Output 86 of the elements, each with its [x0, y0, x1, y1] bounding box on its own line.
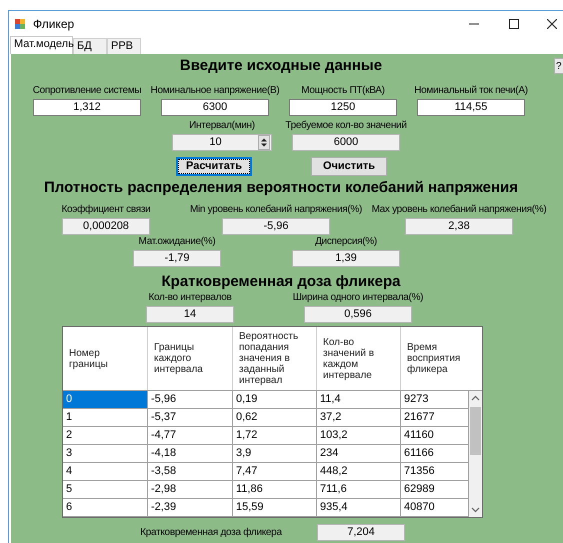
section-heading: Кратковременная доза фликера [162, 273, 400, 291]
table-cell[interactable]: 711,6 [317, 481, 401, 499]
scroll-up-icon[interactable] [471, 395, 480, 401]
section-heading: Плотность распределения вероятности колебаний напряжения [44, 179, 518, 197]
scrollbar[interactable] [469, 391, 482, 517]
field-label: Min уровень колебаний напряжения(%) [190, 203, 362, 217]
table-cell[interactable]: 0,62 [233, 409, 317, 427]
table-cell[interactable]: 4 [63, 463, 148, 481]
input-field[interactable]: 14 [146, 306, 234, 323]
table-cell[interactable]: 41160 [401, 427, 469, 445]
table-cell[interactable]: -3,58 [148, 463, 233, 481]
tab[interactable]: БД [73, 38, 107, 54]
input-field[interactable]: -5,96 [222, 218, 330, 235]
field-label: Коэффициент связи [62, 203, 150, 217]
table-cell[interactable]: 11,4 [317, 391, 401, 409]
table-cell[interactable]: 0 [63, 391, 148, 409]
tab[interactable]: РРВ [107, 38, 141, 54]
table-cell[interactable]: 62989 [401, 481, 469, 499]
table-cell[interactable]: 1 [63, 409, 148, 427]
help-button[interactable]: ? [554, 58, 563, 74]
window-title: Фликер [33, 16, 74, 32]
table-cell[interactable]: 21677 [401, 409, 469, 427]
section-heading: Введите исходные данные [180, 57, 382, 75]
tab[interactable]: Мат.модель [10, 36, 73, 54]
table-cell[interactable]: 37,2 [317, 409, 401, 427]
button[interactable]: Очистить [311, 157, 387, 176]
spinner-arrows-icon[interactable] [258, 135, 270, 150]
table-cell[interactable]: -4,77 [148, 427, 233, 445]
table-cell[interactable]: 1,72 [233, 427, 317, 445]
input-field[interactable]: 0,000208 [62, 218, 150, 235]
maximize-icon[interactable] [509, 18, 519, 28]
field-label: Мат.ожидание(%) [138, 235, 216, 249]
table-cell[interactable]: 5 [63, 481, 148, 499]
field-label: Номинальное напряжение(В) [150, 84, 280, 98]
column-header[interactable]: Вероятность попадания значения в заданный интервал [233, 327, 317, 390]
table-cell[interactable]: 9273 [401, 391, 469, 409]
table-cell[interactable]: 0,19 [233, 391, 317, 409]
scroll-down-icon[interactable] [471, 507, 480, 513]
table-cell[interactable]: 11,86 [233, 481, 317, 499]
spinner-field[interactable]: 10 [172, 134, 272, 151]
app-icon [15, 18, 25, 28]
table-cell[interactable]: 6 [63, 499, 148, 517]
table-cell[interactable]: 15,59 [233, 499, 317, 517]
column-header[interactable]: Кол-во значений в каждом интервале [317, 327, 401, 390]
table-cell[interactable]: -4,18 [148, 445, 233, 463]
field-label: Дисперсия(%) [315, 235, 377, 249]
table-cell[interactable]: -5,96 [148, 391, 233, 409]
table-cell[interactable]: 61166 [401, 445, 469, 463]
column-header[interactable]: Время восприятия фликера [401, 327, 482, 390]
field-label: Max уровень колебаний напряжения(%) [372, 203, 546, 217]
table-cell[interactable]: -5,37 [148, 409, 233, 427]
input-field[interactable]: 1250 [289, 99, 397, 116]
field-label: Мощность ПТ(кВА) [301, 84, 385, 98]
table-cell[interactable]: 2 [63, 427, 148, 445]
field-label: Интервал(мин) [189, 119, 255, 133]
table-cell[interactable]: 71356 [401, 463, 469, 481]
table-cell[interactable]: 7,47 [233, 463, 317, 481]
table-cell[interactable]: 448,2 [317, 463, 401, 481]
table-cell[interactable]: 3,9 [233, 445, 317, 463]
input-field[interactable]: 0,596 [304, 306, 412, 323]
input-field[interactable]: 6000 [292, 134, 400, 151]
input-field[interactable]: 6300 [161, 99, 269, 116]
field-label: Сопротивление системы [32, 84, 142, 98]
input-field[interactable]: -1,79 [133, 250, 221, 267]
table-cell[interactable]: 40870 [401, 499, 469, 517]
minimize-icon[interactable] [469, 22, 479, 24]
field-label: Ширина одного интервала(%) [292, 291, 424, 305]
field-label: Кол-во интервалов [148, 291, 232, 305]
input-field[interactable]: 1,312 [33, 99, 141, 116]
output-field[interactable]: 7,204 [317, 524, 405, 541]
table-cell[interactable]: -2,39 [148, 499, 233, 517]
table-cell[interactable]: 935,4 [317, 499, 401, 517]
button[interactable]: Расчитать [176, 157, 252, 176]
column-header[interactable]: Границы каждого интервала [148, 327, 233, 390]
table-cell[interactable]: 234 [317, 445, 401, 463]
field-label: Кратковременная доза фликера [139, 526, 283, 540]
input-field[interactable]: 114,55 [417, 99, 525, 116]
close-icon[interactable] [547, 18, 557, 28]
input-field[interactable]: 2,38 [405, 218, 513, 235]
field-label: Требуемое кол-во значений [285, 119, 407, 133]
column-header[interactable]: Номер границы [63, 327, 148, 390]
table-cell[interactable]: 103,2 [317, 427, 401, 445]
table-cell[interactable]: -2,98 [148, 481, 233, 499]
input-field[interactable]: 1,39 [292, 250, 400, 267]
field-label: Номинальный ток печи(А) [414, 84, 528, 98]
table-cell[interactable]: 3 [63, 445, 148, 463]
